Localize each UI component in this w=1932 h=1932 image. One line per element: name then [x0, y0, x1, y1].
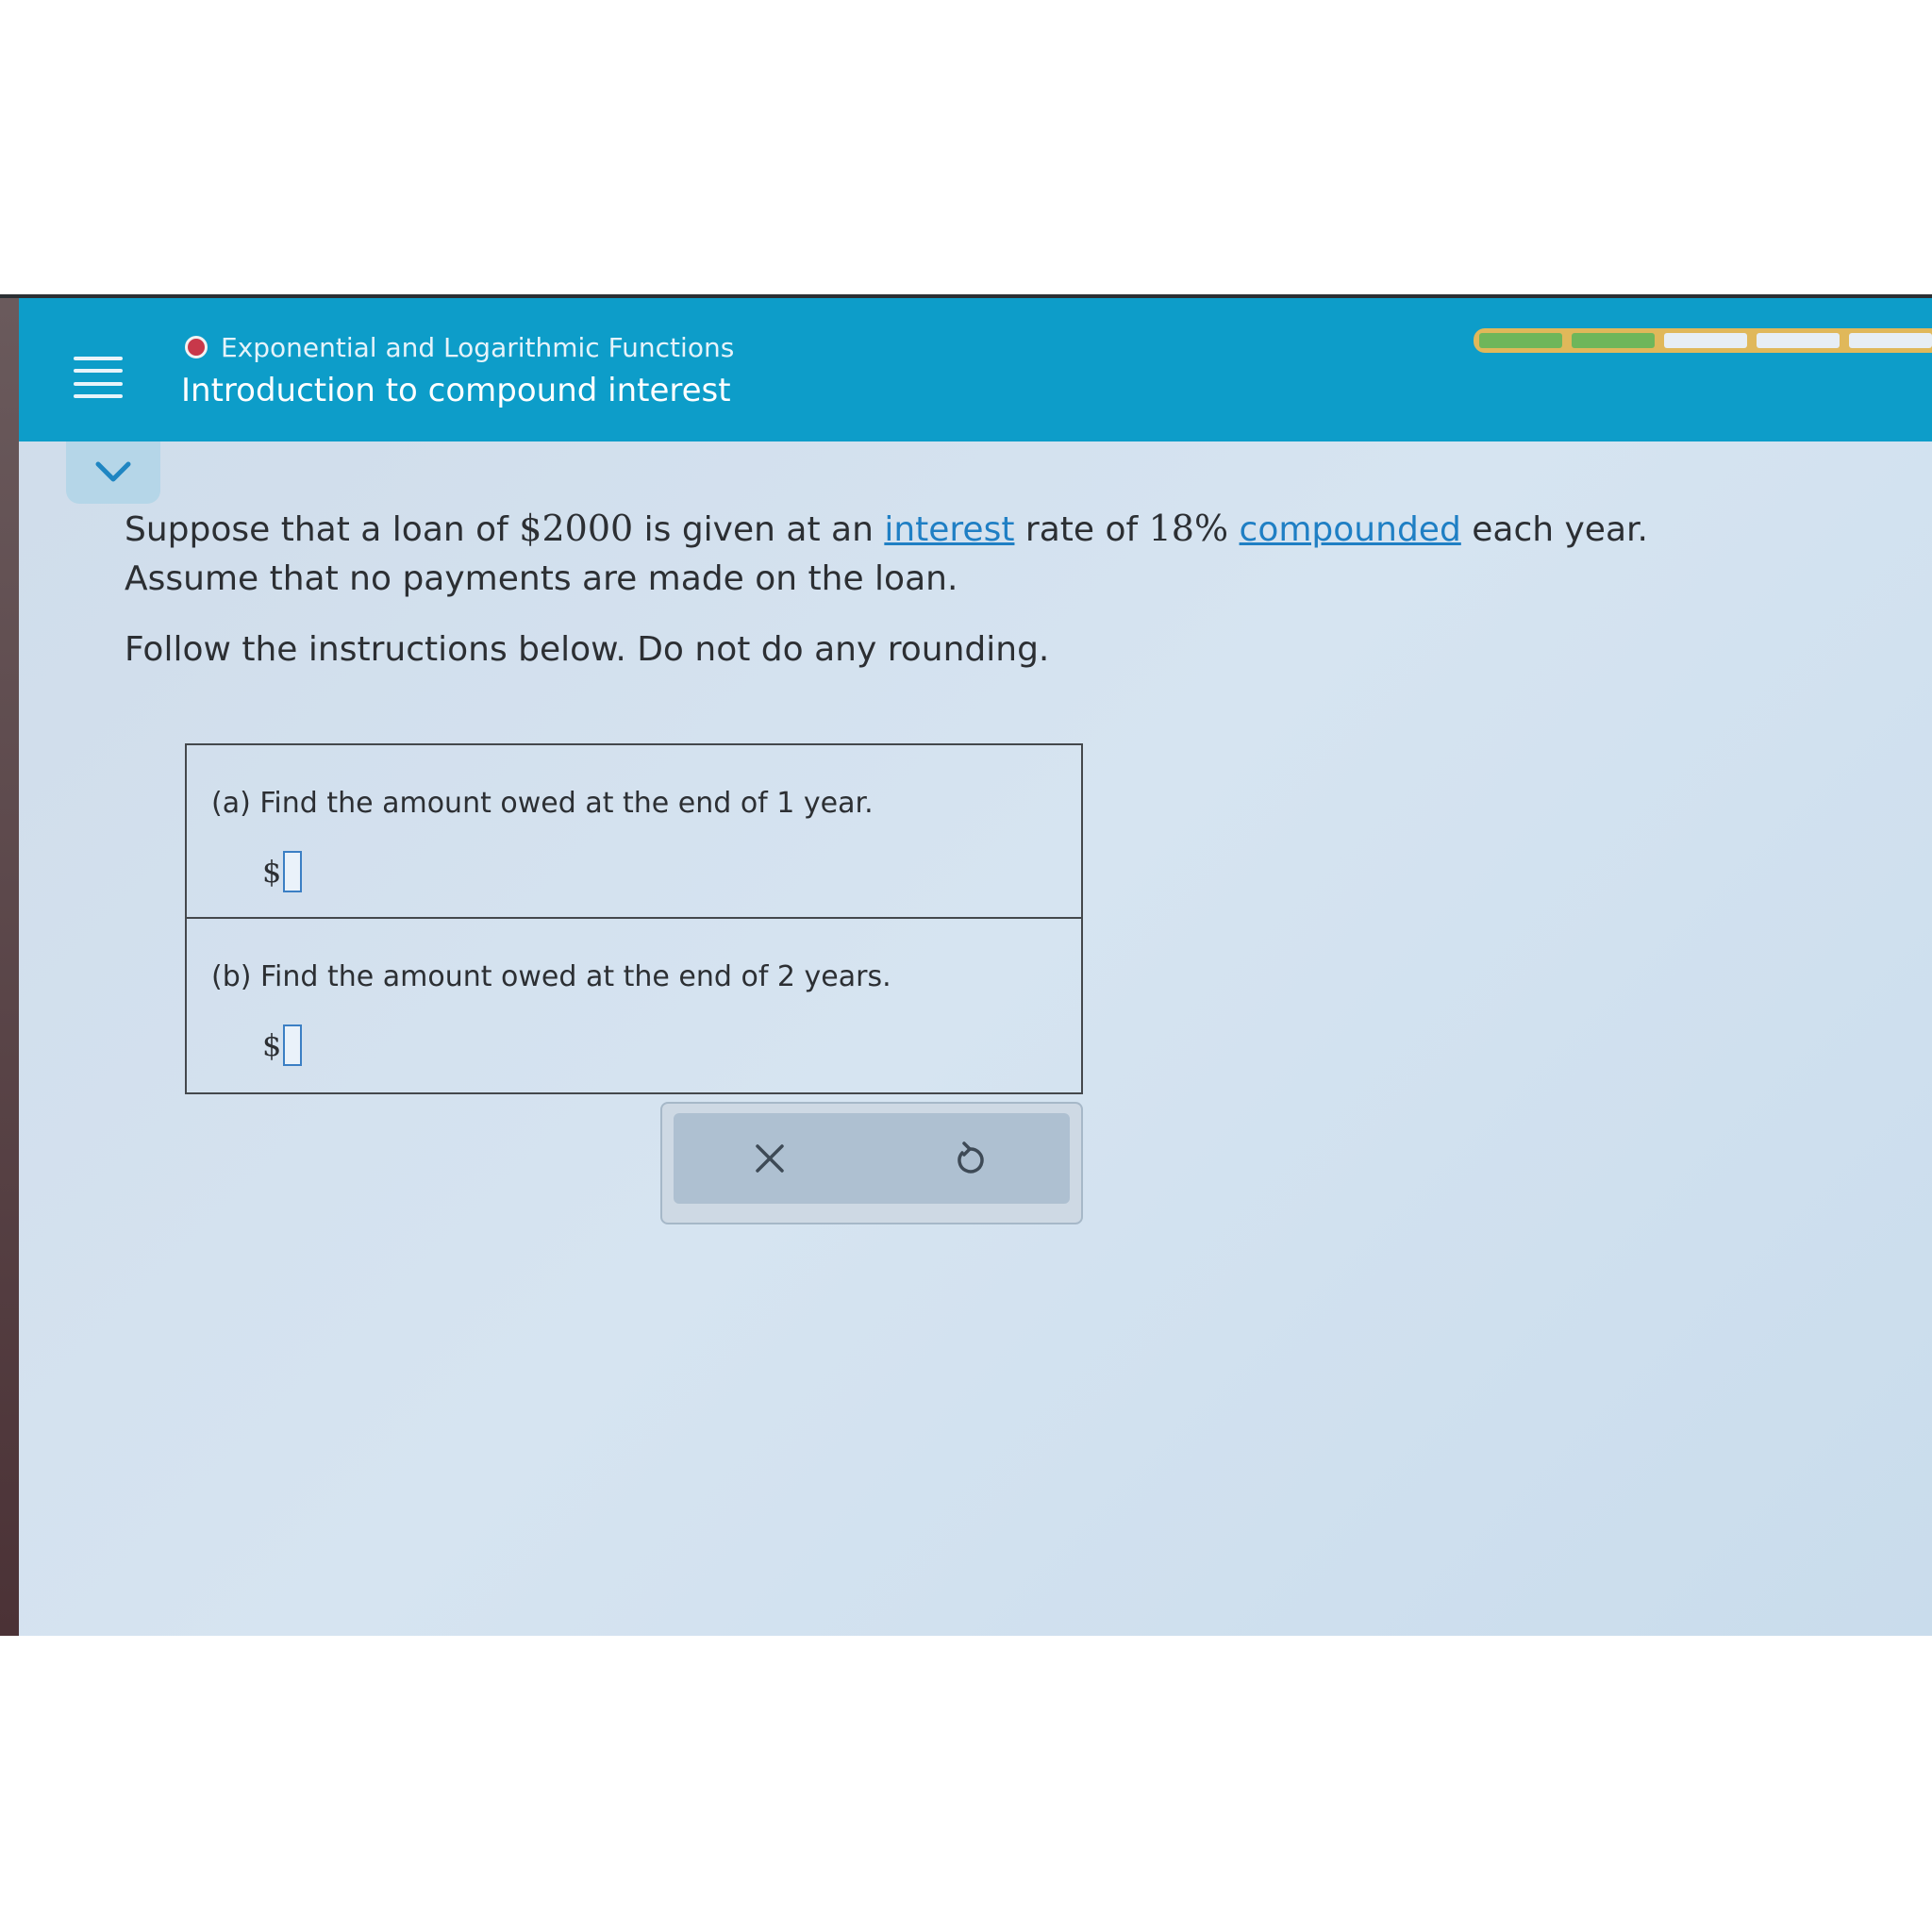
part-b-answer-row: $ — [262, 1024, 303, 1066]
part-a-label: (a) Find the amount owed at the end of 1… — [211, 787, 874, 820]
currency-symbol: $ — [262, 854, 282, 890]
progress-segment — [1479, 333, 1562, 348]
answer-box: (a) Find the amount owed at the end of 1… — [185, 743, 1083, 1094]
top-bar: Exponential and Logarithmic Functions In… — [19, 298, 1932, 441]
answer-tools-inner — [674, 1113, 1070, 1204]
part-a-answer-row: $ — [262, 851, 303, 892]
problem-text — [1228, 510, 1239, 549]
progress-segment — [1849, 333, 1932, 348]
progress-segment — [1572, 333, 1655, 348]
menu-icon[interactable] — [74, 357, 123, 398]
interest-link[interactable]: interest — [884, 510, 1014, 549]
principal-amount: $2000 — [519, 508, 634, 549]
collapse-button[interactable] — [66, 441, 160, 504]
interest-rate: 18% — [1148, 508, 1229, 549]
chevron-down-icon — [95, 461, 131, 482]
undo-icon — [958, 1141, 984, 1174]
currency-symbol: $ — [262, 1027, 282, 1063]
problem-text: is given at an — [633, 510, 885, 549]
progress-bar — [1474, 328, 1932, 353]
category-label: Exponential and Logarithmic Functions — [185, 330, 734, 364]
answer-tools-panel — [660, 1102, 1083, 1224]
monitor-bezel-left — [0, 298, 19, 1636]
problem-content: Suppose that a loan of $2000 is given at… — [125, 504, 1823, 703]
part-b: (b) Find the amount owed at the end of 2… — [187, 917, 1081, 1092]
problem-text-line2: Assume that no payments are made on the … — [125, 559, 958, 598]
part-a-answer-input[interactable] — [283, 851, 303, 892]
undo-button[interactable] — [947, 1136, 992, 1181]
app-screen: Exponential and Logarithmic Functions In… — [19, 298, 1932, 1636]
close-icon — [756, 1144, 784, 1173]
problem-text: each year. — [1460, 510, 1648, 549]
problem-text: rate of — [1014, 510, 1149, 549]
topic-title: Introduction to compound interest — [181, 372, 731, 409]
category-text: Exponential and Logarithmic Functions — [221, 331, 735, 363]
progress-segment — [1664, 333, 1747, 348]
instructions-text: Follow the instructions below. Do not do… — [125, 630, 1050, 669]
part-a: (a) Find the amount owed at the end of 1… — [187, 745, 1081, 917]
category-dot-icon — [185, 336, 208, 358]
part-b-label: (b) Find the amount owed at the end of 2… — [211, 960, 891, 993]
compounded-link[interactable]: compounded — [1240, 510, 1461, 549]
problem-text: Suppose that a loan of — [125, 510, 520, 549]
clear-button[interactable] — [747, 1136, 792, 1181]
problem-statement: Suppose that a loan of $2000 is given at… — [125, 504, 1823, 604]
part-b-answer-input[interactable] — [283, 1024, 303, 1066]
progress-segment — [1757, 333, 1840, 348]
